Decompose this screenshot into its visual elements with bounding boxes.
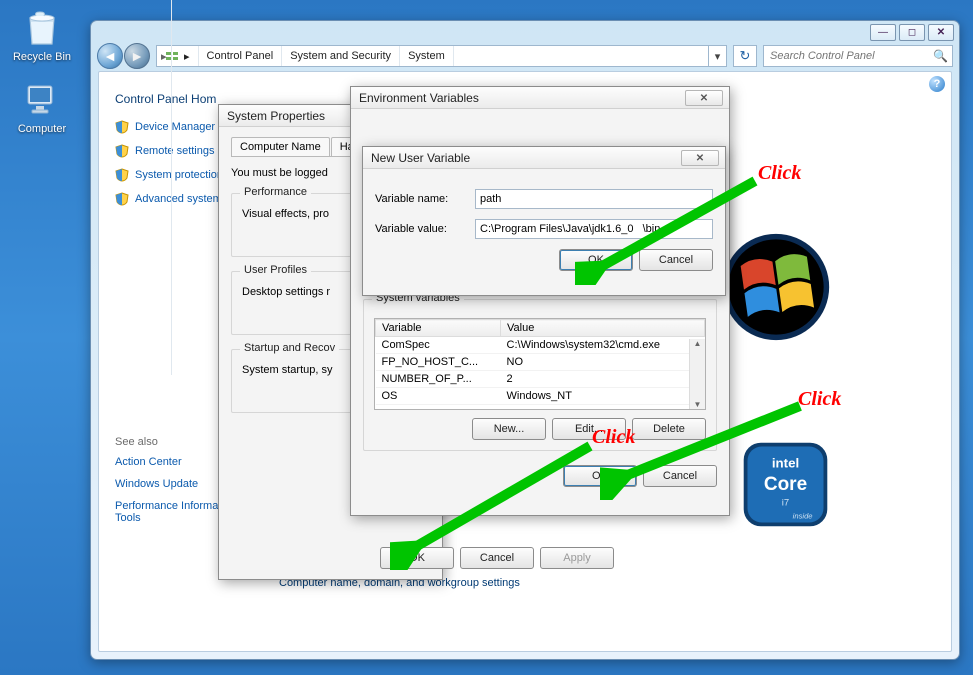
sysvar-edit-button[interactable]: Edit... — [552, 418, 626, 440]
shield-icon — [115, 144, 129, 158]
nuv-cancel-button[interactable]: Cancel — [639, 249, 713, 271]
group-label: Performance — [240, 186, 311, 198]
breadcrumb-item[interactable]: System and Security — [282, 46, 400, 66]
group-system-variables: System variables Variable Value ComSpecC… — [363, 299, 717, 451]
new-user-variable-dialog: New User Variable ✕ Variable name: Varia… — [362, 146, 726, 296]
sysprops-ok-button[interactable]: OK — [380, 547, 454, 569]
svg-text:i7: i7 — [782, 497, 789, 508]
group-label: Startup and Recov — [240, 342, 339, 354]
breadcrumb-root-icon[interactable]: ▸ — [157, 46, 199, 66]
env-cancel-button[interactable]: Cancel — [643, 465, 717, 487]
minimize-button[interactable]: — — [870, 24, 896, 41]
variable-name-label: Variable name: — [375, 193, 475, 205]
dialog-title: New User Variable — [363, 147, 725, 169]
svg-text:inside: inside — [793, 512, 813, 521]
sysvar-new-button[interactable]: New... — [472, 418, 546, 440]
address-bar[interactable]: ▸ Control Panel ▸ System and Security ▸ … — [156, 45, 727, 67]
close-button[interactable]: ✕ — [928, 24, 954, 41]
table-row[interactable]: NUMBER_OF_P...2 — [376, 371, 705, 388]
variable-name-input[interactable] — [475, 189, 713, 209]
sidelink-label: Remote settings — [135, 145, 214, 157]
search-icon[interactable]: 🔍 — [933, 49, 948, 63]
sidelink-label: Device Manager — [135, 121, 215, 133]
nuv-ok-button[interactable]: OK — [559, 249, 633, 271]
col-header-value[interactable]: Value — [501, 320, 705, 337]
svg-text:intel: intel — [772, 455, 799, 470]
sidelink-label: Advanced system s — [135, 193, 230, 205]
windows-logo — [721, 232, 831, 342]
shield-icon — [115, 120, 129, 134]
variable-value-input[interactable] — [475, 219, 713, 239]
help-icon[interactable]: ? — [929, 76, 945, 92]
shield-icon — [115, 168, 129, 182]
refresh-button[interactable]: ↻ — [733, 45, 757, 67]
group-label: User Profiles — [240, 264, 311, 276]
computer-icon — [22, 80, 62, 120]
sysprops-apply-button[interactable]: Apply — [540, 547, 614, 569]
sidelink-label: System protection — [135, 169, 223, 181]
desktop-recycle-bin[interactable]: Recycle Bin — [10, 8, 74, 63]
close-button[interactable]: ✕ — [685, 90, 723, 106]
address-dropdown[interactable]: ▾ — [708, 46, 726, 66]
desktop-label: Computer — [10, 123, 74, 135]
shield-icon — [115, 192, 129, 206]
window-titlebar: — ◻ ✕ — [91, 21, 959, 41]
maximize-button[interactable]: ◻ — [899, 24, 925, 41]
sysvar-delete-button[interactable]: Delete — [632, 418, 706, 440]
intel-core-badge: intel Core i7 inside — [738, 437, 833, 532]
search-box[interactable]: 🔍 — [763, 45, 953, 67]
variable-value-label: Variable value: — [375, 223, 475, 235]
dialog-title: Environment Variables — [351, 87, 729, 109]
forward-button[interactable]: ► — [124, 43, 150, 69]
table-row[interactable]: ComSpecC:\Windows\system32\cmd.exe — [376, 337, 705, 354]
recycle-bin-icon — [22, 8, 62, 48]
system-variables-list[interactable]: Variable Value ComSpecC:\Windows\system3… — [374, 318, 706, 410]
search-input[interactable] — [768, 49, 933, 63]
table-row[interactable]: FP_NO_HOST_C...NO — [376, 354, 705, 371]
env-ok-button[interactable]: OK — [563, 465, 637, 487]
sysprops-cancel-button[interactable]: Cancel — [460, 547, 534, 569]
breadcrumb-item[interactable]: System — [400, 46, 454, 66]
back-button[interactable]: ◄ — [97, 43, 123, 69]
close-button[interactable]: ✕ — [681, 150, 719, 166]
desktop-label: Recycle Bin — [10, 51, 74, 63]
breadcrumb-item[interactable]: Control Panel — [199, 46, 283, 66]
svg-text:Core: Core — [764, 474, 807, 495]
desktop-computer[interactable]: Computer — [10, 80, 74, 135]
table-row[interactable]: OSWindows_NT — [376, 388, 705, 405]
col-header-variable[interactable]: Variable — [376, 320, 501, 337]
scrollbar[interactable] — [689, 339, 705, 409]
tab-computer-name[interactable]: Computer Name — [231, 137, 330, 156]
